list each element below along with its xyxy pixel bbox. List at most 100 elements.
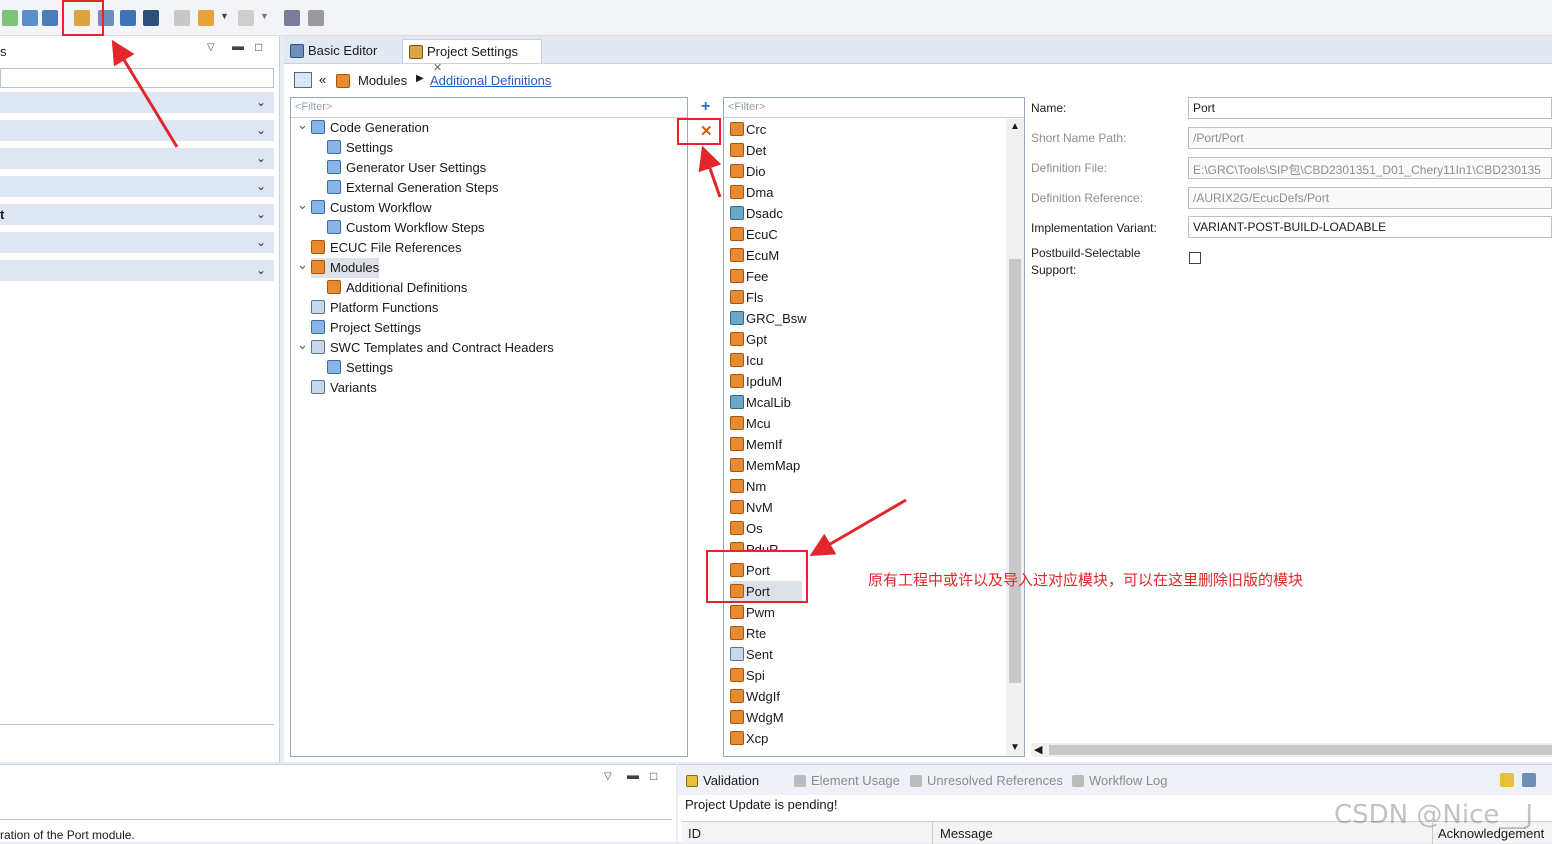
- module-item[interactable]: EcuC: [730, 224, 802, 245]
- module-item[interactable]: Nm: [730, 476, 802, 497]
- module-item[interactable]: Det: [730, 140, 802, 161]
- scroll-left-icon[interactable]: ◀: [1034, 743, 1042, 756]
- expand-toggle-icon[interactable]: ⌄: [297, 195, 308, 215]
- tree-item[interactable]: Custom Workflow Steps: [327, 218, 484, 238]
- module-item[interactable]: MemMap: [730, 455, 802, 476]
- expand-toggle-icon[interactable]: ⌄: [297, 255, 308, 275]
- scroll-down-icon[interactable]: ▼: [1010, 742, 1020, 753]
- scroll-up-icon[interactable]: ▲: [1010, 121, 1020, 132]
- tab-unresolved-references[interactable]: Unresolved References: [910, 773, 1063, 788]
- validate-icon[interactable]: [2, 10, 18, 26]
- maximize-icon[interactable]: □: [650, 769, 657, 783]
- left-row[interactable]: ⌄: [0, 232, 274, 254]
- props-hscrollbar[interactable]: ◀: [1031, 743, 1552, 757]
- module-item[interactable]: IpduM: [730, 371, 802, 392]
- tab-project-settings[interactable]: Project Settings ✕: [402, 39, 542, 74]
- back-history-icon[interactable]: [174, 10, 190, 26]
- save-icon[interactable]: [42, 10, 58, 26]
- toggle-tree-icon[interactable]: [294, 72, 312, 88]
- tree-item[interactable]: Additional Definitions: [327, 278, 467, 298]
- left-row[interactable]: ⌄: [0, 120, 274, 142]
- module-item[interactable]: NvM: [730, 497, 802, 518]
- tree-item[interactable]: ECUC File References: [311, 238, 462, 258]
- chevron-down-icon[interactable]: ⌄: [256, 235, 266, 249]
- module-item[interactable]: Os: [730, 518, 802, 539]
- tree-item[interactable]: ⌄ Code Generation: [297, 117, 429, 138]
- tree-item[interactable]: Project Settings: [311, 318, 421, 338]
- module-item[interactable]: Mcu: [730, 413, 802, 434]
- add-icon[interactable]: +: [701, 98, 710, 116]
- chevron-down-icon[interactable]: ⌄: [256, 179, 266, 193]
- module-item[interactable]: Spi: [730, 665, 802, 686]
- tab-element-usage[interactable]: Element Usage: [794, 773, 900, 788]
- left-row[interactable]: ⌄: [0, 260, 274, 282]
- module-item[interactable]: Pwm: [730, 602, 802, 623]
- tree-item[interactable]: Settings: [327, 138, 393, 158]
- name-field[interactable]: Port: [1188, 97, 1552, 119]
- tree-item[interactable]: Generator User Settings: [327, 158, 486, 178]
- view-menu-icon[interactable]: ▽: [207, 42, 215, 53]
- tab-validation[interactable]: Validation: [686, 773, 759, 788]
- expand-toggle-icon[interactable]: ⌄: [297, 335, 308, 355]
- module-item[interactable]: McalLib: [730, 392, 802, 413]
- chevron-down-icon[interactable]: ⌄: [256, 207, 266, 221]
- tree-item[interactable]: ⌄ Custom Workflow: [297, 197, 432, 218]
- scroll-thumb[interactable]: [1009, 259, 1021, 683]
- chevron-down-icon[interactable]: ⌄: [256, 123, 266, 137]
- left-row[interactable]: ⌄: [0, 92, 274, 114]
- module-item[interactable]: Xcp: [730, 728, 802, 749]
- tree-item[interactable]: ⌄ Modules: [297, 257, 380, 278]
- back-icon[interactable]: [198, 10, 214, 26]
- tree-item[interactable]: Settings: [327, 358, 393, 378]
- tree-item[interactable]: Platform Functions: [311, 298, 438, 318]
- chevron-down-icon[interactable]: ⌄: [256, 263, 266, 277]
- tree-item[interactable]: ⌄ SWC Templates and Contract Headers: [297, 337, 554, 358]
- module-item[interactable]: Dio: [730, 161, 802, 182]
- module-item[interactable]: Crc: [730, 119, 802, 140]
- module-item[interactable]: Sent: [730, 644, 802, 665]
- view-menu-icon[interactable]: ▽: [604, 771, 612, 782]
- module-item[interactable]: Gpt: [730, 329, 802, 350]
- left-row[interactable]: ⌄: [0, 148, 274, 170]
- maximize-icon[interactable]: □: [255, 40, 262, 54]
- hscroll-thumb[interactable]: [1049, 745, 1552, 755]
- chevron-down-icon[interactable]: ⌄: [256, 95, 266, 109]
- postbuild-checkbox[interactable]: [1189, 252, 1201, 264]
- tab-workflow-log[interactable]: Workflow Log: [1072, 773, 1168, 788]
- chevron-down-icon[interactable]: ▼: [220, 11, 229, 21]
- module-item[interactable]: Icu: [730, 350, 802, 371]
- chevron-down-icon[interactable]: ▼: [260, 11, 269, 21]
- module-item[interactable]: Dsadc: [730, 203, 802, 224]
- solve-icon[interactable]: [1522, 773, 1536, 787]
- tab-basic-editor[interactable]: Basic Editor: [284, 39, 400, 63]
- refresh-validation-icon[interactable]: [1500, 773, 1514, 787]
- tree-item[interactable]: Variants: [311, 378, 377, 398]
- import-icon[interactable]: [120, 10, 136, 26]
- minimize-icon[interactable]: ▬: [232, 39, 244, 53]
- module-scrollbar[interactable]: ▲ ▼: [1006, 119, 1024, 756]
- left-row[interactable]: ⌄: [0, 176, 274, 198]
- chevron-down-icon[interactable]: ⌄: [256, 151, 266, 165]
- settings-icon[interactable]: [22, 10, 38, 26]
- forward-icon[interactable]: [238, 10, 254, 26]
- left-filter-input[interactable]: [0, 68, 274, 88]
- breadcrumb-current[interactable]: Additional Definitions: [430, 73, 551, 88]
- module-item[interactable]: WdgIf: [730, 686, 802, 707]
- module-item[interactable]: GRC_Bsw: [730, 308, 807, 329]
- tree-filter-input[interactable]: <Filter>: [291, 98, 687, 118]
- minimize-icon[interactable]: ▬: [627, 768, 639, 782]
- module-filter-input[interactable]: <Filter>: [724, 98, 1024, 118]
- module-item[interactable]: EcuM: [730, 245, 802, 266]
- left-row[interactable]: t ⌄: [0, 204, 274, 226]
- search-icon[interactable]: [143, 10, 159, 26]
- module-item[interactable]: Fls: [730, 287, 802, 308]
- tree-item[interactable]: External Generation Steps: [327, 178, 498, 198]
- column-id[interactable]: ID: [688, 826, 701, 841]
- module-item[interactable]: Dma: [730, 182, 802, 203]
- module-item[interactable]: Rte: [730, 623, 802, 644]
- column-message[interactable]: Message: [940, 826, 993, 841]
- expand-toggle-icon[interactable]: ⌄: [297, 115, 308, 135]
- module-item[interactable]: MemIf: [730, 434, 802, 455]
- double-chevron-left-icon[interactable]: «: [319, 72, 326, 87]
- implementation-variant-field[interactable]: VARIANT-POST-BUILD-LOADABLE: [1188, 216, 1552, 238]
